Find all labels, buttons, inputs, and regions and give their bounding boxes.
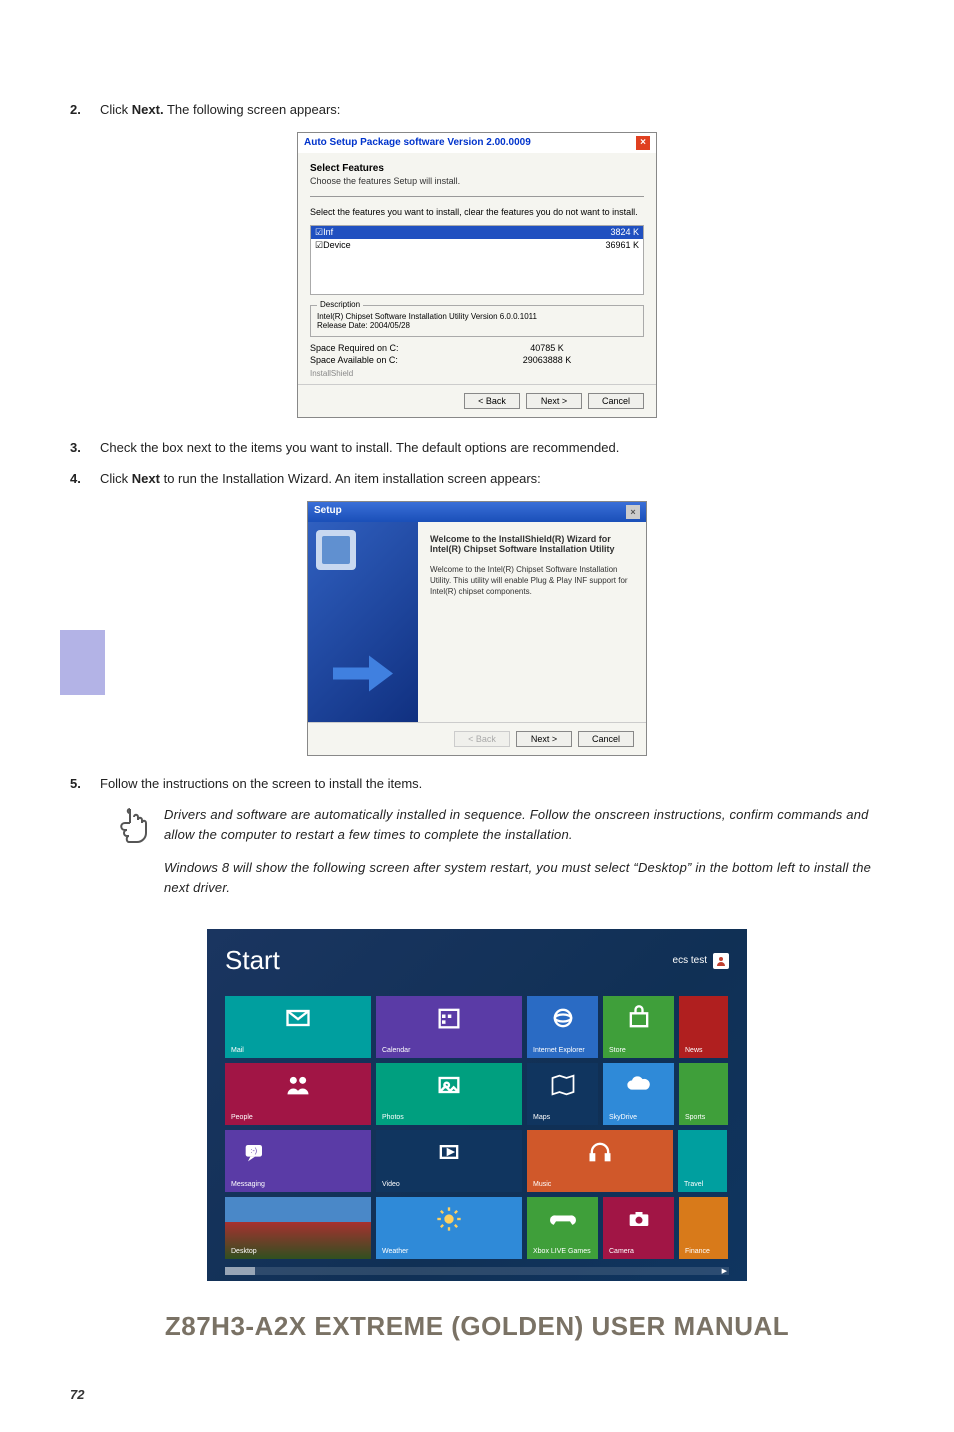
- instruction-text: Select the features you want to install,…: [310, 207, 644, 217]
- back-button-disabled: < Back: [454, 731, 510, 747]
- camera-icon: [625, 1205, 653, 1233]
- footer-title: Z87H3-A2X EXTREME (GOLDEN) USER MANUAL: [70, 1311, 884, 1342]
- tile-desktop[interactable]: Desktop: [225, 1197, 371, 1259]
- video-icon: [435, 1138, 463, 1166]
- game-controller-icon: [549, 1205, 577, 1233]
- scroll-thumb[interactable]: [225, 1267, 255, 1275]
- cloud-icon: [625, 1071, 653, 1099]
- photos-icon: [435, 1071, 463, 1099]
- feature-row-device[interactable]: ☑ Device 36961 K: [311, 239, 643, 252]
- scroll-right-arrow-icon[interactable]: ▶: [722, 1267, 727, 1275]
- pointing-hand-icon: [110, 805, 150, 911]
- wizard-heading: Welcome to the InstallShield(R) Wizard f…: [430, 534, 634, 554]
- store-icon: [625, 1004, 653, 1032]
- step-number: 5.: [70, 774, 100, 794]
- step-text: Check the box next to the items you want…: [100, 438, 884, 458]
- step-number: 4.: [70, 469, 100, 489]
- dialog-title: Auto Setup Package software Version 2.00…: [304, 137, 531, 148]
- installshield-label: InstallShield: [310, 369, 644, 378]
- calendar-icon: [435, 1004, 463, 1032]
- internet-explorer-icon: [549, 1004, 577, 1032]
- cancel-button[interactable]: Cancel: [588, 393, 644, 409]
- tile-skydrive[interactable]: SkyDrive: [603, 1063, 674, 1125]
- tile-ie[interactable]: Internet Explorer: [527, 996, 598, 1058]
- note-callout: Drivers and software are automatically i…: [110, 805, 884, 911]
- space-available-row: Space Available on C: 29063888 K: [310, 355, 644, 365]
- close-icon[interactable]: ×: [626, 505, 640, 519]
- description-label: Description: [317, 300, 363, 309]
- dialog-titlebar: Setup ×: [308, 502, 646, 522]
- arrow-icon: [333, 644, 393, 704]
- next-button[interactable]: Next >: [526, 393, 582, 409]
- tile-weather[interactable]: Weather: [376, 1197, 522, 1259]
- feature-row-inf[interactable]: ☑ Inf 3824 K: [311, 226, 643, 239]
- win8-start-screen: Start ecs test Mail Calendar Internet Ex…: [207, 929, 747, 1281]
- features-listbox[interactable]: ☑ Inf 3824 K ☑ Device 36961 K: [310, 225, 644, 295]
- user-account[interactable]: ecs test: [673, 953, 729, 969]
- tile-sports[interactable]: Sports: [679, 1063, 728, 1125]
- cancel-button[interactable]: Cancel: [578, 731, 634, 747]
- tile-people[interactable]: People: [225, 1063, 371, 1125]
- messaging-icon: :-): [241, 1138, 269, 1166]
- step-text: Click Next to run the Installation Wizar…: [100, 469, 884, 489]
- dialog-buttons: < Back Next > Cancel: [308, 722, 646, 755]
- tile-maps[interactable]: Maps: [527, 1063, 598, 1125]
- step-number: 3.: [70, 438, 100, 458]
- side-tab: [60, 630, 105, 695]
- divider: [310, 196, 644, 197]
- step-number: 2.: [70, 100, 100, 120]
- tile-video[interactable]: Video: [376, 1130, 522, 1192]
- svg-text::-): :-): [251, 1148, 258, 1155]
- tile-xbox[interactable]: Xbox LIVE Games: [527, 1197, 598, 1259]
- mail-icon: [284, 1004, 312, 1032]
- installer-select-features-dialog: Auto Setup Package software Version 2.00…: [297, 132, 657, 418]
- next-button[interactable]: Next >: [516, 731, 572, 747]
- tile-photos[interactable]: Photos: [376, 1063, 522, 1125]
- chipset-icon: [316, 530, 356, 570]
- page-number: 72: [70, 1387, 84, 1402]
- description-box: Description Intel(R) Chipset Software In…: [310, 305, 644, 337]
- tile-calendar[interactable]: Calendar: [376, 996, 522, 1058]
- dialog-title: Setup: [314, 505, 342, 519]
- tile-mail[interactable]: Mail: [225, 996, 371, 1058]
- back-button[interactable]: < Back: [464, 393, 520, 409]
- horizontal-scrollbar[interactable]: ▶: [225, 1267, 729, 1275]
- sun-icon: [435, 1205, 463, 1233]
- note-text: Drivers and software are automatically i…: [164, 805, 884, 911]
- step-text: Click Next. The following screen appears…: [100, 100, 884, 120]
- installshield-wizard-dialog: Setup × Welcome to the InstallShield(R) …: [307, 501, 647, 756]
- tile-messaging[interactable]: :-) Messaging: [225, 1130, 371, 1192]
- step-text: Follow the instructions on the screen to…: [100, 774, 884, 794]
- wizard-body: Welcome to the Intel(R) Chipset Software…: [430, 564, 634, 598]
- section-subheading: Choose the features Setup will install.: [310, 176, 644, 186]
- space-required-row: Space Required on C: 40785 K: [310, 343, 644, 353]
- dialog-buttons: < Back Next > Cancel: [298, 384, 656, 417]
- section-heading: Select Features: [310, 163, 644, 174]
- close-icon[interactable]: ×: [636, 136, 650, 150]
- start-label: Start: [225, 945, 280, 976]
- tile-news[interactable]: News: [679, 996, 728, 1058]
- tile-travel[interactable]: Travel: [678, 1130, 727, 1192]
- headphones-icon: [586, 1138, 614, 1166]
- dialog-titlebar: Auto Setup Package software Version 2.00…: [298, 133, 656, 153]
- tile-camera[interactable]: Camera: [603, 1197, 674, 1259]
- dialog-sidebar-graphic: [308, 522, 418, 722]
- people-icon: [284, 1071, 312, 1099]
- tiles-grid: Mail Calendar Internet Explorer Store Ne…: [225, 996, 729, 1259]
- tile-music[interactable]: Music: [527, 1130, 673, 1192]
- tile-store[interactable]: Store: [603, 996, 674, 1058]
- step-4: 4. Click Next to run the Installation Wi…: [70, 469, 884, 489]
- step-3: 3. Check the box next to the items you w…: [70, 438, 884, 458]
- tile-finance[interactable]: Finance: [679, 1197, 728, 1259]
- user-avatar-icon: [713, 953, 729, 969]
- maps-icon: [549, 1071, 577, 1099]
- step-5: 5. Follow the instructions on the screen…: [70, 774, 884, 794]
- step-2: 2. Click Next. The following screen appe…: [70, 100, 884, 120]
